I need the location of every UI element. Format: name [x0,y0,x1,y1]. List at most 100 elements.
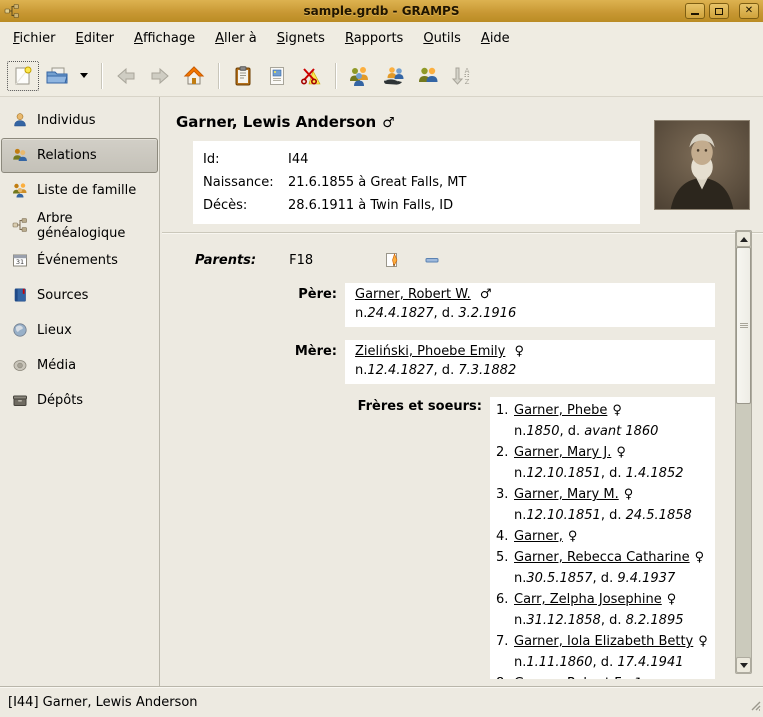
sidebar-item-lieux[interactable]: Lieux [1,313,158,348]
menu-rapports[interactable]: Rapports [336,26,412,51]
sibling-dates: n.12.10.1851, d. 24.5.1858 [514,504,709,525]
window-title: sample.grdb - GRAMPS [0,4,763,18]
menu-outils[interactable]: Outils [414,26,470,51]
open-folder-icon[interactable] [40,60,74,92]
sidebar-item-liste-de-famille[interactable]: Liste de famille [1,173,158,208]
active-person-name: Garner, Lewis Anderson [176,113,376,131]
person-icon [12,112,29,129]
father-label: Père: [168,283,345,327]
close-icon[interactable]: ✕ [739,3,759,19]
mother-link[interactable]: Zieliński, Phoebe Emily [355,344,505,359]
statusbar-text: [I44] Garner, Lewis Anderson [8,695,198,710]
titlebar[interactable]: sample.grdb - GRAMPS ✕ [0,0,763,22]
two-people-icon [12,147,29,164]
sidebar-item-label: Individus [37,113,96,128]
father-box: Garner, Robert W. ♂ n.24.4.1827, d. 3.2.… [345,283,715,327]
sibling-row: 8.Garner, Robert F.♂ [496,672,709,679]
remove-minus-icon[interactable] [421,250,443,270]
father-gender-symbol: ♂ [480,287,492,302]
sibling-dates: n.1.11.1860, d. 17.4.1941 [514,651,709,672]
statusbar: [I44] Garner, Lewis Anderson [0,686,763,717]
chevron-down-icon[interactable] [74,60,94,92]
sibling-link[interactable]: Garner, Mary M. [514,485,619,504]
sidebar-item-label: Relations [37,148,97,163]
siblings-label: Frères et soeurs: [168,397,490,679]
gender-symbol: ♀ [624,485,634,504]
sidebar-item-label: Liste de famille [37,183,136,198]
sibling-link[interactable]: Carr, Zelpha Josephine [514,590,662,609]
summary-row: Décès:28.6.1911 à Twin Falls, ID [203,194,630,217]
people-pair-icon[interactable] [411,60,445,92]
gender-symbol: ♀ [568,527,578,546]
vertical-scrollbar[interactable] [735,230,752,674]
menu-editer[interactable]: Editer [67,26,124,51]
menu-fichier[interactable]: Fichier [4,26,65,51]
toolbar-separator [101,63,102,89]
sidebar: Individus Relations Liste de famille Arbre … [0,97,160,686]
sidebar-item-media[interactable]: Média [1,348,158,383]
resize-grip-icon[interactable] [749,699,761,715]
sibling-row: 2.Garner, Mary J.♀ [496,441,709,462]
scissors-icon[interactable] [294,60,328,92]
forward-arrow-icon [143,60,177,92]
calendar-icon: 31 [12,252,29,269]
sibling-link[interactable]: Garner, [514,527,563,546]
menu-signets[interactable]: Signets [268,26,334,51]
toolbar: AZ [0,55,763,97]
sidebar-item-label: Sources [37,288,88,303]
sibling-link[interactable]: Garner, Mary J. [514,443,611,462]
gender-symbol: ♂ [629,674,641,679]
gender-symbol: ♂ [382,115,395,131]
siblings-list: 1.Garner, Phebe♀n.1850, d. avant 18602.G… [490,397,715,679]
mother-label: Mère: [168,340,345,384]
sidebar-item-relations[interactable]: Relations [1,138,158,173]
scroll-down-icon[interactable] [736,657,751,673]
people-hand-icon[interactable] [377,60,411,92]
summary-row: Naissance:21.6.1855 à Great Falls, MT [203,171,630,194]
sibling-link[interactable]: Garner, Phebe [514,401,607,420]
sidebar-item-label: Dépôts [37,393,83,408]
back-arrow-icon [109,60,143,92]
sidebar-item-depots[interactable]: Dépôts [1,383,158,418]
menu-affichage[interactable]: Affichage [125,26,204,51]
maximize-icon[interactable] [709,3,729,19]
sibling-dates: n.12.10.1851, d. 1.4.1852 [514,462,709,483]
relations-view: Garner, Lewis Anderson ♂ [160,97,763,686]
menu-aide[interactable]: Aide [472,26,519,51]
sidebar-item-arbre-genealogique[interactable]: Arbre généalogique [1,208,158,243]
sibling-link[interactable]: Garner, Robert F. [514,674,624,679]
minimize-icon[interactable] [685,3,705,19]
sidebar-item-individus[interactable]: Individus [1,103,158,138]
archive-icon [12,392,29,409]
mother-dates: n.12.4.1827, d. 7.3.1882 [355,363,705,378]
sibling-link[interactable]: Garner, Iola Elizabeth Betty [514,632,693,651]
gender-symbol: ♀ [698,632,708,651]
sibling-row: 5.Garner, Rebecca Catharine♀ [496,546,709,567]
gender-symbol: ♀ [695,548,705,567]
sidebar-item-sources[interactable]: Sources [1,278,158,313]
clipboard-icon[interactable] [226,60,260,92]
sibling-dates: n.30.5.1857, d. 9.4.1937 [514,567,709,588]
family-icon [12,182,29,199]
toolbar-separator [218,63,219,89]
sibling-dates: n.31.12.1858, d. 8.2.1895 [514,609,709,630]
gender-symbol: ♀ [612,401,622,420]
report-document-icon[interactable] [260,60,294,92]
svg-text:Z: Z [465,78,470,86]
father-link[interactable]: Garner, Robert W. [355,287,471,302]
gender-symbol: ♀ [616,443,626,462]
scroll-up-icon[interactable] [736,231,751,247]
sepia-portrait-photo [654,120,750,210]
sidebar-item-evenements[interactable]: 31Événements [1,243,158,278]
father-dates: n.24.4.1827, d. 3.2.1916 [355,306,705,321]
media-icon [12,357,29,374]
relations-scroll-area: Parents: F18 Père: Garner, [168,228,752,679]
edit-pencil-icon[interactable] [381,250,403,270]
new-document-icon[interactable] [6,60,40,92]
sibling-row: 4.Garner,♀ [496,525,709,546]
home-icon[interactable] [177,60,211,92]
people-group-icon[interactable] [343,60,377,92]
sibling-link[interactable]: Garner, Rebecca Catharine [514,548,690,567]
menu-aller-a[interactable]: Aller à [206,26,266,51]
scrollbar-thumb[interactable] [736,247,751,404]
